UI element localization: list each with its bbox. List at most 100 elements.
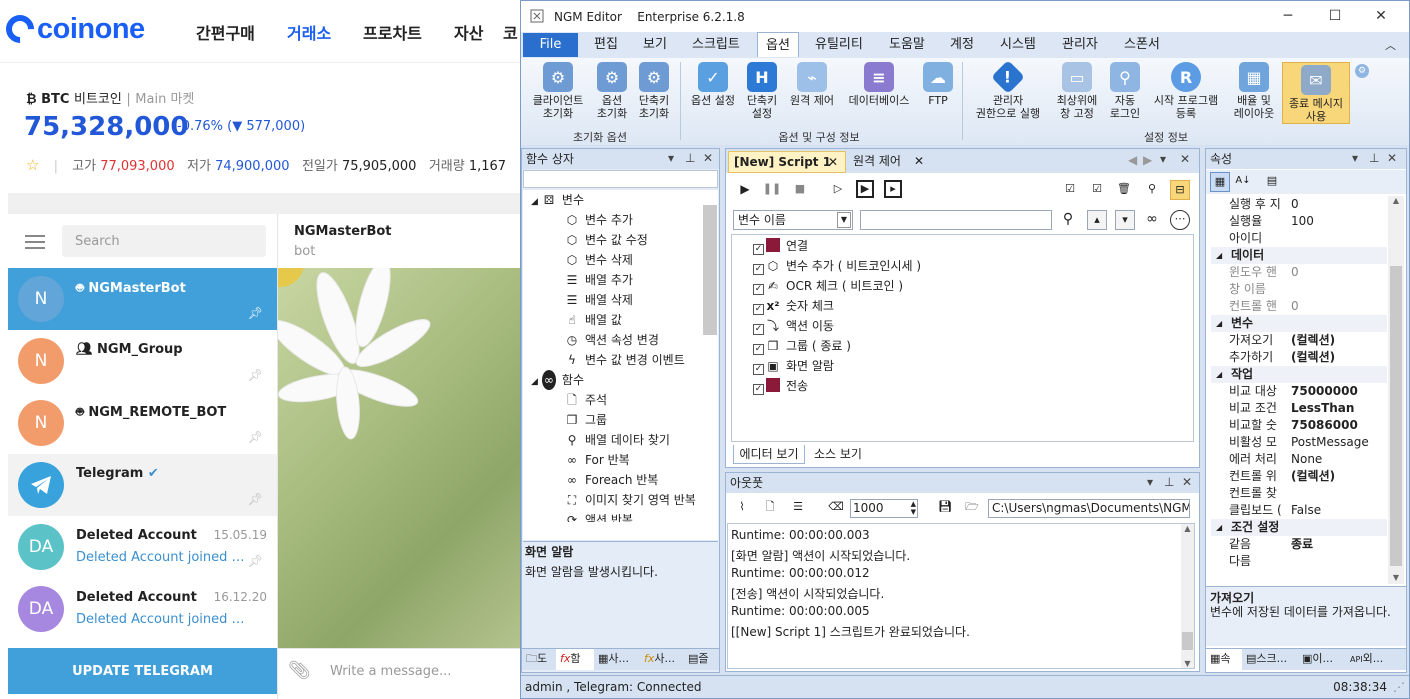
prop-category-data[interactable]: ◢ 데이터	[1211, 247, 1387, 264]
search-icon[interactable]: ⚲	[1058, 210, 1078, 230]
broom-icon[interactable]: ⌇	[732, 498, 752, 518]
ribbon-option-settings[interactable]: ✓ 옵션 설정	[684, 62, 742, 124]
variable-value-input[interactable]	[860, 210, 1052, 230]
tree-item-foreach-loop[interactable]: ∞ Foreach 반복	[565, 470, 658, 490]
tab-user-1[interactable]: ▦사...	[594, 649, 640, 670]
menu-file[interactable]: File	[523, 33, 578, 57]
scroll-down-icon[interactable]: ▼	[1388, 573, 1404, 582]
chat-item-ngm-group[interactable]: N 👥︎ NGM_Group 📌︎	[8, 330, 277, 392]
row-checkbox[interactable]: ✓	[753, 384, 764, 395]
function-tree-scrollbar[interactable]	[703, 205, 717, 335]
output-path-input[interactable]: C:\Users\ngmas\Documents\NGM6\	[988, 499, 1190, 518]
tree-group-function[interactable]: ◢ ∞ 함수	[531, 370, 584, 390]
find-icon[interactable]: ⚲	[1142, 180, 1162, 200]
collapse-icon[interactable]: ◢	[1216, 247, 1222, 264]
tab-list-icon[interactable]: ▾	[1160, 152, 1166, 166]
ribbon-option-reset[interactable]: ⚙ 옵션 초기화	[592, 62, 632, 124]
prop-row[interactable]: 비교 조건 LessThan	[1229, 400, 1387, 417]
panel-dropdown-icon[interactable]: ▾	[1147, 475, 1153, 489]
hamburger-menu-icon[interactable]	[25, 235, 45, 249]
row-checkbox[interactable]: ✓	[753, 344, 764, 355]
ribbon-ftp[interactable]: ☁ FTP	[920, 62, 956, 124]
update-telegram-button[interactable]: UPDATE TELEGRAM	[8, 648, 277, 694]
ribbon-run-as-admin[interactable]: ! 관리자 권한으로 실행	[966, 60, 1050, 124]
script-row-group-exit[interactable]: ✓ ❐ 그룹 ( 종료 )	[753, 336, 851, 356]
tab-editor-view[interactable]: 에디터 보기	[733, 445, 805, 464]
prop-category-task[interactable]: ◢ 작업	[1211, 366, 1387, 383]
telegram-titlebar[interactable]	[8, 193, 520, 214]
chat-title[interactable]: NGMasterBot	[294, 224, 392, 239]
prop-row[interactable]: 클립보드 (False	[1229, 502, 1387, 519]
ribbon-hotkey-reset[interactable]: ⚙ 단축키 초기화	[633, 62, 675, 124]
stepper-arrows-icon[interactable]: ▲ ▼	[911, 500, 916, 516]
menu-view[interactable]: 보기	[635, 32, 675, 58]
play-icon[interactable]: ▶	[735, 180, 755, 200]
tab-next-icon[interactable]: ▶	[1143, 153, 1152, 167]
tree-item-group[interactable]: ❐ 그룹	[565, 410, 607, 430]
panel-close-icon[interactable]: ✕	[1182, 475, 1192, 489]
stop-icon[interactable]: ■	[790, 180, 810, 200]
collapse-icon[interactable]: ◢	[1216, 315, 1222, 332]
tab-external[interactable]: API외...	[1346, 649, 1400, 670]
tab-user-2[interactable]: fx사...	[640, 649, 686, 670]
tree-item-delete-variable[interactable]: ⬡ 변수 삭제	[565, 250, 633, 270]
prop-row[interactable]: 컨트롤 찾	[1229, 485, 1387, 502]
chat-item-telegram[interactable]: Telegram ✔ 📌︎	[8, 454, 277, 516]
variable-name-select[interactable]: 변수 이름 ▼	[733, 210, 853, 230]
tab-script[interactable]: ▤스크...	[1242, 649, 1298, 670]
check-all-icon[interactable]: ☑	[1060, 180, 1080, 200]
menu-sponsor[interactable]: 스폰서	[1116, 32, 1168, 58]
tab-new-script-1[interactable]: [New] Script 1 ✕	[728, 151, 846, 173]
menu-system[interactable]: 시스템	[992, 32, 1044, 58]
nav-assets[interactable]: 자산	[454, 20, 483, 44]
ribbon-exit-message[interactable]: ✉ 종료 메시지 사용	[1282, 62, 1350, 124]
scroll-thumb[interactable]	[1390, 266, 1402, 566]
prop-row[interactable]: 아이디	[1229, 230, 1387, 247]
tree-item-add-array[interactable]: ☰ 배열 추가	[565, 270, 633, 290]
loop-icon[interactable]: ∞	[1142, 210, 1162, 230]
more-icon[interactable]: ⋯	[1170, 210, 1190, 230]
message-input[interactable]: Write a message...	[330, 664, 451, 679]
prop-category-condition[interactable]: ◢ 조건 설정	[1211, 519, 1387, 536]
row-checkbox[interactable]: ✓	[753, 284, 764, 295]
menu-script[interactable]: 스크립트	[684, 32, 748, 58]
ribbon-always-on-top[interactable]: ▭ 최상위에 창 고정	[1050, 62, 1104, 124]
ribbon-client-reset[interactable]: ⚙ 클라이언트 초기화	[525, 62, 591, 124]
tree-item-delete-array[interactable]: ☰ 배열 삭제	[565, 290, 633, 310]
row-checkbox[interactable]: ✓	[753, 364, 764, 375]
prop-row[interactable]: 실행 후 지 0	[1229, 196, 1387, 213]
minimize-icon[interactable]: ─	[1265, 4, 1311, 28]
tab-source-view[interactable]: 소스 보기	[808, 445, 868, 464]
play-to-icon[interactable]: ▸	[884, 180, 902, 198]
ribbon-remote-control[interactable]: ⌁ 원격 제어	[784, 62, 840, 124]
prop-row[interactable]: 다름	[1229, 553, 1387, 570]
tree-item-for-loop[interactable]: ∞ For 반복	[565, 450, 630, 470]
menu-admin[interactable]: 관리자	[1054, 32, 1106, 58]
script-row-connect[interactable]: ✓ 연결	[753, 236, 808, 256]
prop-row[interactable]: 비교할 숫 75086000	[1229, 417, 1387, 434]
prop-row[interactable]: 컨트롤 핸 0	[1229, 298, 1387, 315]
sort-az-icon[interactable]: A↓	[1233, 172, 1253, 192]
folder-icon[interactable]: 🗁︎	[962, 498, 982, 518]
collapse-icon[interactable]: ◢	[531, 197, 538, 207]
script-row-action-move[interactable]: ✓ ⤵ 액션 이동	[753, 316, 834, 336]
tree-item-variable-event[interactable]: ϟ 변수 값 변경 이벤트	[565, 350, 685, 370]
panel-pin-icon[interactable]: ⊥	[685, 151, 695, 165]
script-row-screen-alarm[interactable]: ✓ ▣ 화면 알람	[753, 356, 834, 376]
script-row-add-variable[interactable]: ✓ ⬡ 변수 추가 ( 비트코인시세 )	[753, 256, 921, 276]
scroll-up-icon[interactable]: ▲	[1181, 524, 1194, 533]
prop-row[interactable]: 추가하기 (컬렉션)	[1229, 349, 1387, 366]
scroll-down-icon[interactable]: ▼	[1181, 659, 1194, 668]
panel-close-icon[interactable]: ✕	[703, 151, 713, 165]
tree-item-comment[interactable]: 🗋 주석	[565, 390, 607, 410]
menu-options[interactable]: 옵션	[757, 32, 799, 57]
ribbon-hotkey-settings[interactable]: H 단축키 설정	[743, 62, 781, 124]
chevron-down-icon[interactable]: ▼	[837, 212, 851, 228]
script-row-number-check[interactable]: ✓ x² 숫자 체크	[753, 296, 834, 316]
panel-dropdown-icon[interactable]: ▾	[1352, 151, 1358, 165]
tab-favorites[interactable]: ▤즐	[686, 649, 716, 670]
prop-row[interactable]: 실행율 100	[1229, 213, 1387, 230]
prop-row[interactable]: 윈도우 핸 0	[1229, 264, 1387, 281]
tab-toolbox[interactable]: 🗀︎도	[522, 649, 556, 670]
ribbon-database[interactable]: ≡ 데이터베이스	[842, 62, 916, 124]
